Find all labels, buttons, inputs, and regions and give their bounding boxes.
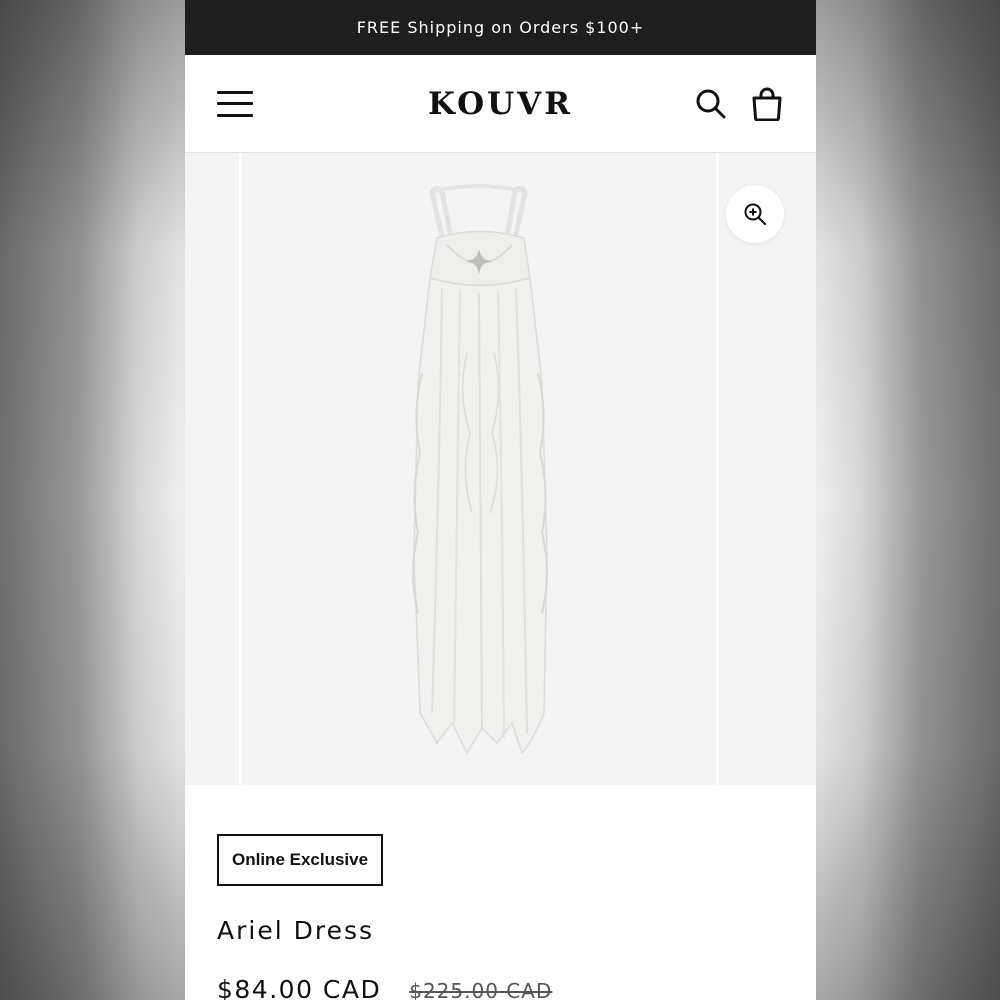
sale-price: $84.00 CAD [217, 975, 382, 1000]
product-gallery[interactable] [185, 153, 816, 785]
header-actions [695, 87, 783, 121]
previous-slide[interactable] [185, 153, 239, 785]
mobile-page: FREE Shipping on Orders $100+ KOUVR Onli… [185, 0, 816, 1000]
search-icon[interactable] [695, 88, 727, 120]
zoom-button[interactable] [726, 185, 784, 243]
menu-icon[interactable] [217, 90, 253, 117]
bag-icon[interactable] [751, 87, 783, 121]
site-header: KOUVR [185, 55, 816, 153]
logo[interactable]: KOUVR [428, 86, 573, 122]
product-title: Ariel Dress [217, 916, 375, 945]
price-row: $84.00 CAD $225.00 CAD [217, 975, 784, 1000]
next-slide[interactable] [719, 153, 816, 785]
announcement-bar: FREE Shipping on Orders $100+ [185, 0, 816, 55]
main-slide[interactable] [242, 153, 716, 785]
announcement-text: FREE Shipping on Orders $100+ [356, 18, 645, 37]
compare-price: $225.00 CAD [409, 979, 553, 1000]
dress-image [412, 184, 548, 755]
zoom-in-icon [744, 203, 767, 226]
online-exclusive-badge: Online Exclusive [217, 834, 384, 886]
product-info: Online Exclusive Ariel Dress $84.00 CAD … [185, 785, 816, 1000]
